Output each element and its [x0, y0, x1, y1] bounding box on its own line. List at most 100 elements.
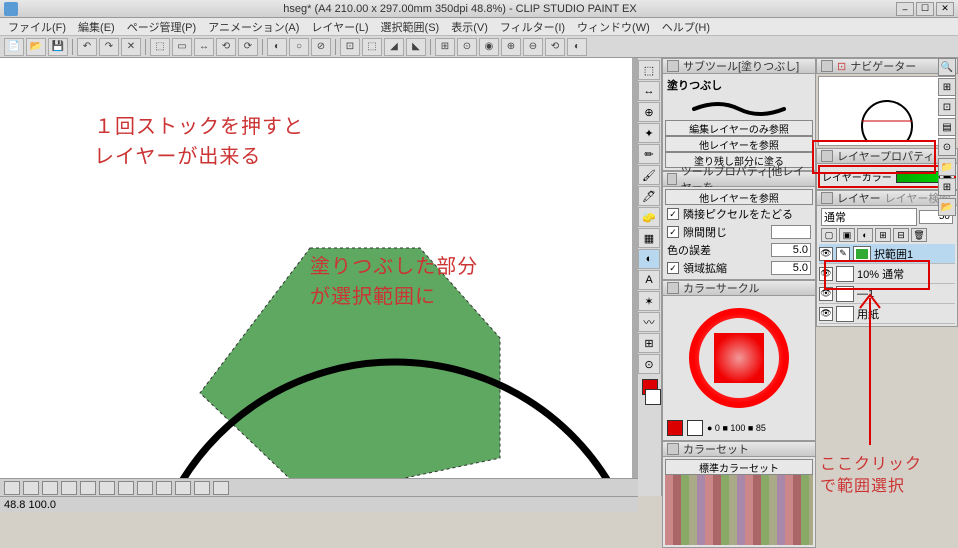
sel-btn[interactable]: [118, 481, 134, 495]
undo-button[interactable]: ↶: [77, 38, 97, 56]
checkbox[interactable]: ✓: [667, 226, 679, 238]
bg-swatch[interactable]: [687, 420, 703, 436]
sel-btn[interactable]: [61, 481, 77, 495]
toolbar-btn[interactable]: ⊘: [311, 38, 331, 56]
navigator-thumb[interactable]: [818, 76, 956, 146]
fg-swatch[interactable]: [667, 420, 683, 436]
panel-grip-icon[interactable]: [667, 173, 677, 185]
toolbar-btn[interactable]: 📂: [26, 38, 46, 56]
checkbox[interactable]: ✓: [667, 262, 679, 274]
redo-button[interactable]: ↷: [99, 38, 119, 56]
layer-btn[interactable]: ◐: [857, 228, 873, 242]
sel-btn[interactable]: [194, 481, 210, 495]
panel-grip-icon[interactable]: [821, 150, 833, 162]
layer-btn[interactable]: ▢: [821, 228, 837, 242]
canvas-area[interactable]: [0, 58, 638, 496]
tool-icon[interactable]: ✦: [638, 123, 660, 143]
prop-value[interactable]: [771, 225, 811, 239]
tool-icon[interactable]: ⬚: [638, 60, 660, 80]
toolbar-btn[interactable]: 📄: [4, 38, 24, 56]
layer-row[interactable]: 👁 用紙: [819, 304, 955, 324]
side-icon[interactable]: 📁: [938, 158, 956, 176]
toolbar-btn[interactable]: ▭: [172, 38, 192, 56]
background-color[interactable]: [645, 389, 661, 405]
toolbar-btn[interactable]: ⊞: [435, 38, 455, 56]
layer-row[interactable]: 👁 10% 通常: [819, 264, 955, 284]
layer-btn[interactable]: 🗑: [911, 228, 927, 242]
blend-mode[interactable]: 通常: [821, 208, 917, 226]
sel-btn[interactable]: [4, 481, 20, 495]
sel-btn[interactable]: [99, 481, 115, 495]
layer-thumb[interactable]: [836, 306, 854, 322]
checkbox[interactable]: ✓: [667, 208, 679, 220]
panel-grip-icon[interactable]: [667, 282, 679, 294]
maximize-button[interactable]: ☐: [916, 2, 934, 16]
colorset-header[interactable]: カラーセット: [662, 441, 816, 457]
menu-filter[interactable]: フィルター(I): [494, 19, 571, 35]
lock-icon[interactable]: ✎: [836, 247, 850, 261]
toolbar-btn[interactable]: ⟲: [216, 38, 236, 56]
toolbar-btn[interactable]: 💾: [48, 38, 68, 56]
visibility-icon[interactable]: 👁: [819, 267, 833, 281]
toolbar-btn[interactable]: ◢: [384, 38, 404, 56]
layer-btn[interactable]: ▣: [839, 228, 855, 242]
tolerance-input[interactable]: 5.0: [771, 243, 811, 257]
menu-help[interactable]: ヘルプ(H): [656, 19, 716, 35]
side-icon[interactable]: ⊞: [938, 178, 956, 196]
side-icon[interactable]: ⊡: [938, 98, 956, 116]
toolbar-btn[interactable]: ⟲: [545, 38, 565, 56]
close-button[interactable]: ✕: [936, 2, 954, 16]
menu-animation[interactable]: アニメーション(A): [202, 19, 305, 35]
color-circle[interactable]: [665, 298, 813, 418]
layer-thumb[interactable]: [836, 266, 854, 282]
sel-btn[interactable]: [42, 481, 58, 495]
tool-icon[interactable]: 🖊: [638, 186, 660, 206]
toolbar-btn[interactable]: ◐: [267, 38, 287, 56]
menu-selection[interactable]: 選択範囲(S): [375, 19, 446, 35]
panel-grip-icon[interactable]: [821, 60, 833, 72]
visibility-icon[interactable]: 👁: [819, 247, 833, 261]
panel-grip-icon[interactable]: [667, 60, 679, 72]
menu-view[interactable]: 表示(V): [445, 19, 494, 35]
navigator-header[interactable]: ⊡ ナビゲーター: [816, 58, 958, 74]
subtool-header[interactable]: サブツール[塗りつぶし]: [662, 58, 816, 74]
tool-icon[interactable]: ✏: [638, 144, 660, 164]
subtool-name[interactable]: 塗りつぶし: [667, 77, 722, 93]
menu-file[interactable]: ファイル(F): [2, 19, 72, 35]
tool-icon[interactable]: ↔: [638, 81, 660, 101]
tool-icon[interactable]: 🖌: [638, 165, 660, 185]
menu-page[interactable]: ページ管理(P): [121, 19, 202, 35]
ref-mode[interactable]: 他レイヤーを参照: [665, 189, 813, 205]
layer-row[interactable]: 👁 ✎ 択範囲1: [819, 244, 955, 264]
colorcircle-header[interactable]: カラーサークル: [662, 280, 816, 296]
canvas[interactable]: [0, 58, 632, 496]
toolbar-btn[interactable]: ◉: [479, 38, 499, 56]
layer-thumb[interactable]: [853, 246, 871, 262]
menu-edit[interactable]: 編集(E): [72, 19, 121, 35]
panel-grip-icon[interactable]: [821, 192, 833, 204]
tool-icon[interactable]: ⊕: [638, 102, 660, 122]
tool-icon[interactable]: 🧽: [638, 207, 660, 227]
toolbar-btn[interactable]: ◐: [567, 38, 587, 56]
layercolor-bar[interactable]: [896, 171, 940, 183]
toolprop-header[interactable]: ツールプロパティ[他レイヤーを…: [662, 171, 816, 187]
tool-icon[interactable]: ✶: [638, 291, 660, 311]
visibility-icon[interactable]: 👁: [819, 307, 833, 321]
layer-btn[interactable]: ⊟: [893, 228, 909, 242]
panel-grip-icon[interactable]: [667, 443, 679, 455]
tool-icon[interactable]: ⊙: [638, 354, 660, 374]
side-icon[interactable]: ⊞: [938, 78, 956, 96]
toolbar-btn[interactable]: ⊕: [501, 38, 521, 56]
tool-icon[interactable]: ⊞: [638, 333, 660, 353]
layers-header[interactable]: レイヤー レイヤー検索: [816, 190, 958, 206]
toolbar-btn[interactable]: ⊖: [523, 38, 543, 56]
subtool-opt[interactable]: 編集レイヤーのみ参照: [665, 120, 813, 136]
side-icon[interactable]: 📂: [938, 198, 956, 216]
fill-tool-icon[interactable]: ◐: [638, 249, 660, 269]
sel-btn[interactable]: [156, 481, 172, 495]
sel-btn[interactable]: [213, 481, 229, 495]
menu-layer[interactable]: レイヤー(L): [305, 19, 374, 35]
tool-icon[interactable]: 〰: [638, 312, 660, 332]
side-icon[interactable]: ▤: [938, 118, 956, 136]
colorset-name[interactable]: 標準カラーセット: [665, 459, 813, 475]
